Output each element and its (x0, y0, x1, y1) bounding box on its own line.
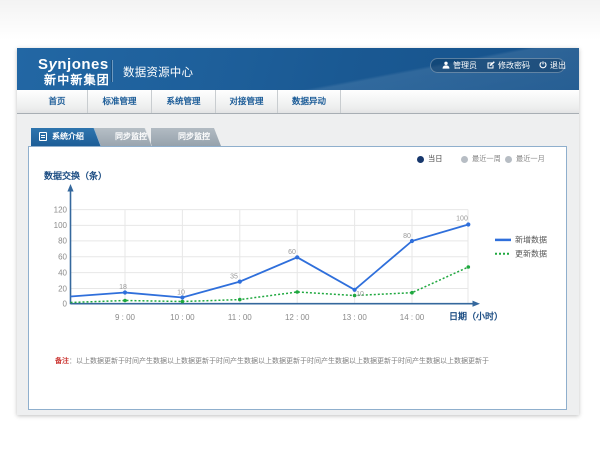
svg-text:100: 100 (456, 216, 468, 223)
svg-text:10: 10 (356, 291, 364, 298)
svg-text:10 : 00: 10 : 00 (170, 313, 195, 322)
svg-text:120: 120 (54, 205, 68, 214)
svg-text:12 : 00: 12 : 00 (285, 313, 310, 322)
svg-text:60: 60 (288, 249, 296, 256)
svg-text:9 : 00: 9 : 00 (115, 313, 136, 322)
svg-text:13 : 00: 13 : 00 (342, 313, 367, 322)
svg-text:100: 100 (54, 221, 68, 230)
svg-text:14 : 00: 14 : 00 (400, 313, 425, 322)
svg-text:18: 18 (119, 284, 127, 291)
svg-text:更新数据: 更新数据 (515, 249, 547, 259)
svg-text:80: 80 (58, 237, 67, 246)
svg-text:10: 10 (177, 290, 185, 297)
svg-text:35: 35 (230, 274, 238, 281)
svg-text:60: 60 (58, 253, 67, 262)
svg-text:40: 40 (58, 268, 67, 277)
svg-text:20: 20 (58, 284, 67, 293)
svg-text:新增数据: 新增数据 (515, 235, 547, 245)
svg-text:80: 80 (403, 233, 411, 240)
svg-text:日期（小时）: 日期（小时） (449, 311, 503, 322)
svg-text:11 : 00: 11 : 00 (228, 313, 252, 322)
svg-text:0: 0 (63, 300, 68, 309)
